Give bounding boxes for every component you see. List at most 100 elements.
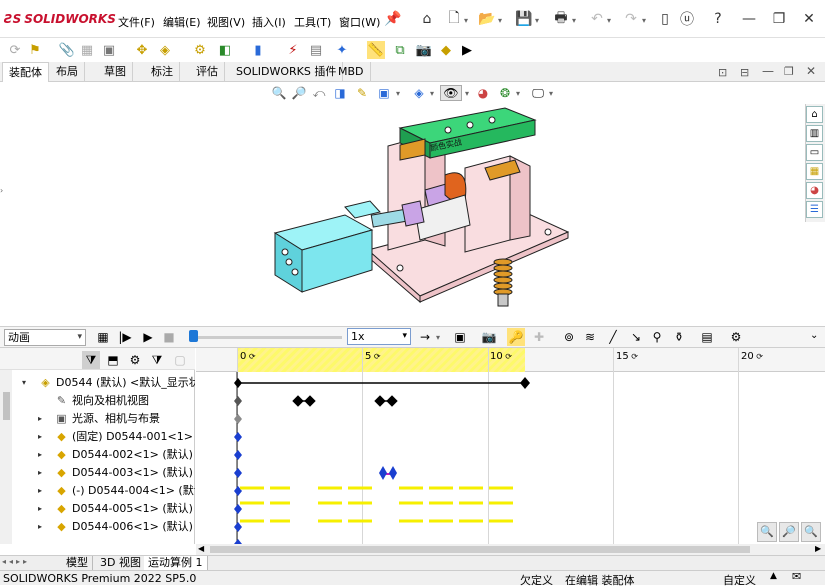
zoom-out-timeline-icon[interactable]: 🔎 [779, 522, 799, 542]
zoom-to-fit-icon[interactable]: 🔍 [270, 85, 288, 101]
playback-slider-track[interactable] [190, 336, 342, 339]
results-and-plots-icon[interactable]: ▤ [698, 328, 716, 346]
stop-icon[interactable]: ■ [160, 328, 178, 346]
tab-mbd[interactable]: MBD [332, 62, 371, 82]
tree-item[interactable]: ▸ ▣ 光源、相机与布景 [0, 410, 195, 428]
print-icon[interactable]: 🖶 [552, 10, 570, 28]
view-settings-dropdown-icon[interactable]: ▾ [549, 89, 553, 98]
chevron-down-icon[interactable]: ▾ [22, 374, 26, 392]
save-dropdown-icon[interactable]: ▾ [535, 16, 539, 25]
playback-mode-icon[interactable]: → [416, 328, 434, 346]
study-type-select[interactable]: 动画 ▾ [4, 329, 86, 346]
chevron-right-icon[interactable]: ▸ [38, 518, 42, 536]
menu-view[interactable]: 视图(V) [207, 14, 245, 30]
redo-dropdown-icon[interactable]: ▾ [642, 16, 646, 25]
mate-icon[interactable]: 📎 [58, 41, 76, 59]
custom-properties-icon[interactable]: ☰ [806, 201, 823, 218]
chevron-right-icon[interactable]: ▸ [38, 410, 42, 428]
tab-sketch[interactable]: 草图 [98, 62, 133, 82]
damper-icon[interactable]: ╱ [604, 328, 622, 346]
tab-evaluate[interactable]: 评估 [190, 62, 225, 82]
force-icon[interactable]: ↘ [627, 328, 645, 346]
assembly-model-render[interactable]: 颜色实战 [262, 103, 582, 308]
tree-item[interactable]: ▸ ◆ D0544-002<1> (默认) < [0, 446, 195, 464]
file-explorer-icon[interactable]: ▭ [806, 144, 823, 161]
menu-insert[interactable]: 插入(I) [252, 14, 286, 30]
chevron-right-icon[interactable]: ▸ [38, 446, 42, 464]
tree-item[interactable]: ▾ ◈ D0544 (默认) <默认_显示状态 [0, 374, 195, 392]
zoom-in-timeline-icon[interactable]: 🔍 [757, 522, 777, 542]
chevron-right-icon[interactable]: ▸ [38, 464, 42, 482]
timeline-scroll-thumb[interactable] [210, 546, 750, 553]
save-animation-icon[interactable]: ▣ [451, 328, 469, 346]
move-component-icon[interactable]: ✥ [133, 41, 151, 59]
assembly-components-icon[interactable]: ⚑ [26, 41, 44, 59]
undo-icon[interactable]: ↶ [588, 10, 606, 28]
feature-tree-flyout-icon[interactable]: › [0, 186, 3, 195]
doc-minimize-icon[interactable]: — [762, 64, 774, 78]
status-chat-icon[interactable]: ✉ [792, 570, 801, 583]
filter-results-icon[interactable]: ⧩ [148, 351, 166, 369]
solidworks-resources-icon[interactable]: ⌂ [806, 106, 823, 123]
zoom-to-area-icon[interactable]: 🔎 [290, 85, 308, 101]
appearances-icon[interactable]: ◕ [806, 182, 823, 199]
restore-window-icon[interactable]: ❐ [770, 10, 788, 28]
minimize-window-icon[interactable]: — [740, 10, 758, 28]
tab-motion-study-1[interactable]: 运动算例 1 [144, 556, 208, 570]
filter-driving-icon[interactable]: ⬒ [104, 351, 122, 369]
play-from-start-icon[interactable]: |▶ [116, 328, 134, 346]
tree-item[interactable]: ▸ ◆ D0544-006<1> (默认) < [0, 518, 195, 536]
tab-markup[interactable]: 标注 [145, 62, 180, 82]
display-style-dropdown-icon[interactable]: ▾ [430, 89, 434, 98]
tab-solidworks-addins[interactable]: SOLIDWORKS 插件 [230, 62, 344, 82]
home-icon[interactable]: ⌂ [418, 10, 436, 28]
help-icon[interactable]: ? [709, 10, 727, 28]
tab-model[interactable]: 模型 [62, 556, 93, 570]
bill-of-materials-icon[interactable]: ⚡ [284, 41, 302, 59]
select-cursor-icon[interactable]: ▯ [656, 10, 674, 28]
new-document-icon[interactable]: 🗋 [445, 10, 463, 28]
tab-scroll-arrows-icon[interactable]: ◂◂▸▸ [2, 557, 30, 566]
display-style-icon[interactable]: ◈ [410, 85, 428, 101]
chevron-right-icon[interactable]: ▸ [38, 428, 42, 446]
tree-item[interactable]: ✎ 视向及相机视图 [0, 392, 195, 410]
scroll-right-icon[interactable]: ▶ [815, 544, 821, 553]
doc-close-icon[interactable]: ✕ [806, 64, 816, 78]
autokey-icon[interactable]: 🔑 [507, 328, 525, 346]
print-dropdown-icon[interactable]: ▾ [572, 16, 576, 25]
tab-3d-views[interactable]: 3D 视图 [96, 556, 146, 570]
tree-item[interactable]: ▸ ◆ (-) D0544-004<1> (默认) [0, 482, 195, 500]
collapse-motion-manager-icon[interactable]: ⌄ [810, 330, 818, 341]
menu-file[interactable]: 文件(F) [118, 14, 155, 30]
redo-icon[interactable]: ↷ [622, 10, 640, 28]
dynamic-annotation-icon[interactable]: ✎ [353, 85, 371, 101]
new-dropdown-icon[interactable]: ▾ [464, 16, 468, 25]
update-speedpak-icon[interactable]: ⧉ [391, 41, 409, 59]
view-palette-icon[interactable]: ▦ [806, 163, 823, 180]
previous-view-icon[interactable]: ⤺ [310, 85, 328, 101]
chevron-right-icon[interactable]: ▸ [38, 482, 42, 500]
chevron-right-icon[interactable]: ▸ [38, 500, 42, 518]
open-dropdown-icon[interactable]: ▾ [498, 16, 502, 25]
insert-component-icon[interactable]: ⟳ [6, 41, 24, 59]
tile-panel-icon[interactable]: ⊟ [740, 66, 749, 79]
menu-tools[interactable]: 工具(T) [294, 14, 331, 30]
doc-restore-icon[interactable]: ❐ [784, 65, 794, 78]
smart-fasteners-icon[interactable]: ▣ [100, 41, 118, 59]
filter-selected-icon[interactable]: ⚙ [126, 351, 144, 369]
tab-layout[interactable]: 布局 [50, 62, 85, 82]
take-snapshot-icon[interactable]: 📷 [415, 41, 433, 59]
add-key-icon[interactable]: ✚ [530, 328, 548, 346]
tab-assembly[interactable]: 装配体 [2, 62, 49, 82]
show-hidden-icon[interactable]: ◈ [156, 41, 174, 59]
more-commands-icon[interactable]: ▶ [458, 41, 476, 59]
animation-wizard-icon[interactable]: 📷 [480, 328, 498, 346]
large-assembly-icon[interactable]: ◆ [437, 41, 455, 59]
apply-scene-icon[interactable]: ❂ [496, 85, 514, 101]
close-window-icon[interactable]: ✕ [800, 10, 818, 28]
tree-item[interactable]: ▸ ◆ (固定) D0544-001<1> -> [0, 428, 195, 446]
instant3d-icon[interactable]: ✦ [333, 41, 351, 59]
motor-icon[interactable]: ⊚ [560, 328, 578, 346]
new-motion-study-icon[interactable]: ▮ [249, 41, 267, 59]
play-icon[interactable]: ▶ [139, 328, 157, 346]
